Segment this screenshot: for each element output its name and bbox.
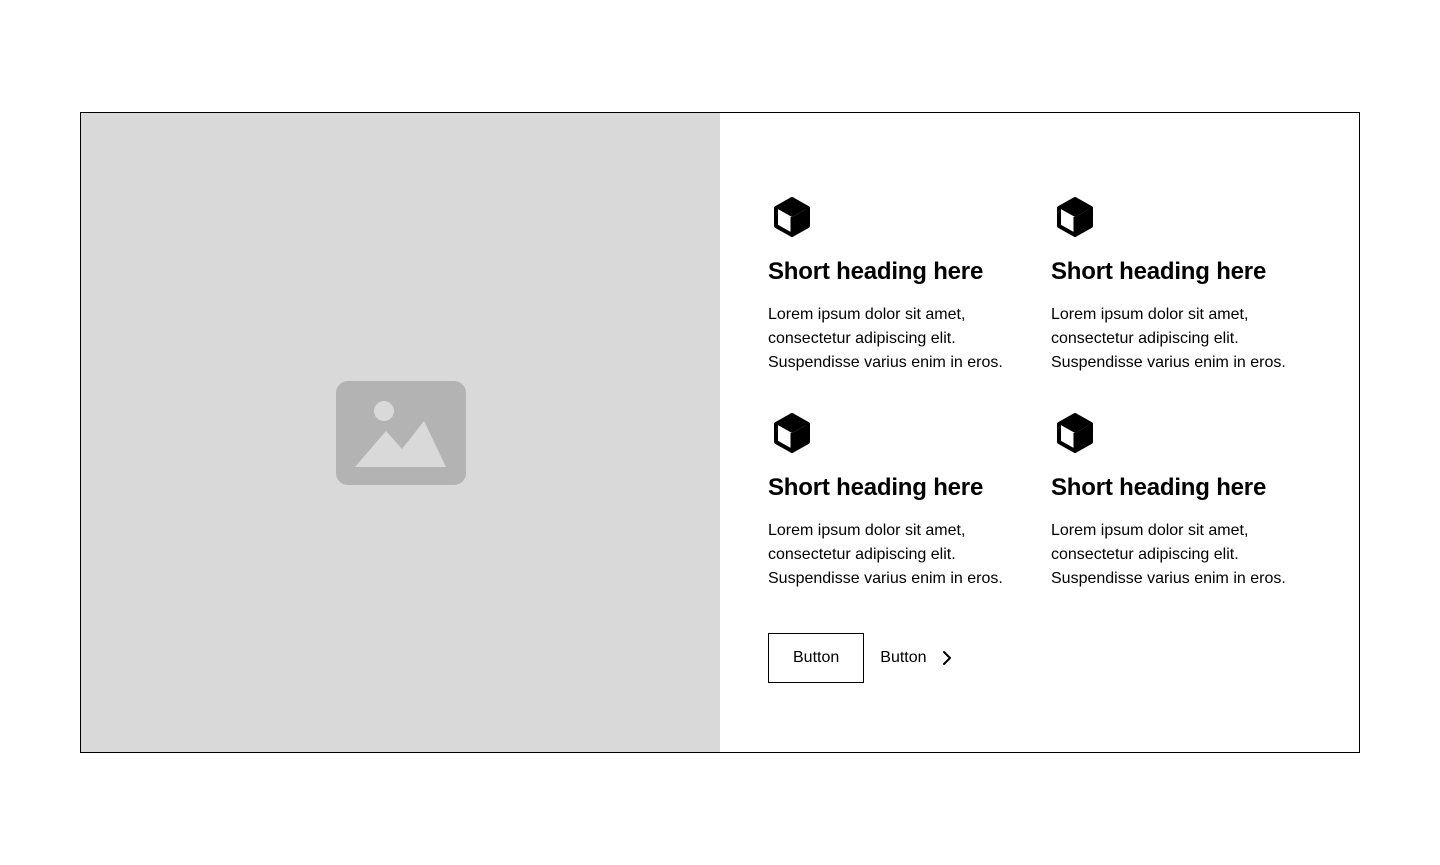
cube-icon [1057,197,1093,237]
feature-section-card: Short heading here Lorem ipsum dolor sit… [80,112,1360,753]
feature-text: Lorem ipsum dolor sit amet, consectetur … [768,306,1003,371]
chevron-right-icon [942,651,951,665]
feature-text: Lorem ipsum dolor sit amet, consectetur … [1051,522,1286,587]
secondary-button-label: Button [880,649,927,666]
cube-icon [774,197,810,237]
feature-item: Short heading here Lorem ipsum dolor sit… [1051,193,1334,375]
primary-button[interactable]: Button [768,633,865,683]
feature-text: Lorem ipsum dolor sit amet, consectetur … [768,522,1003,587]
action-buttons: Button Button [768,633,959,683]
feature-heading: Short heading here [768,258,984,285]
secondary-link-button[interactable]: Button [880,633,958,683]
feature-grid: Short heading here Lorem ipsum dolor sit… [768,193,1334,591]
feature-item: Short heading here Lorem ipsum dolor sit… [768,193,1051,375]
feature-item: Short heading here Lorem ipsum dolor sit… [1051,409,1334,591]
feature-heading: Short heading here [1051,258,1267,285]
feature-heading: Short heading here [1051,474,1267,501]
image-placeholder-icon [335,380,466,485]
feature-heading: Short heading here [768,474,984,501]
feature-text: Lorem ipsum dolor sit amet, consectetur … [1051,306,1286,371]
cube-icon [1057,413,1093,453]
feature-item: Short heading here Lorem ipsum dolor sit… [768,409,1051,591]
cube-icon [774,413,810,453]
image-placeholder [81,113,720,752]
content-panel: Short heading here Lorem ipsum dolor sit… [720,113,1382,752]
